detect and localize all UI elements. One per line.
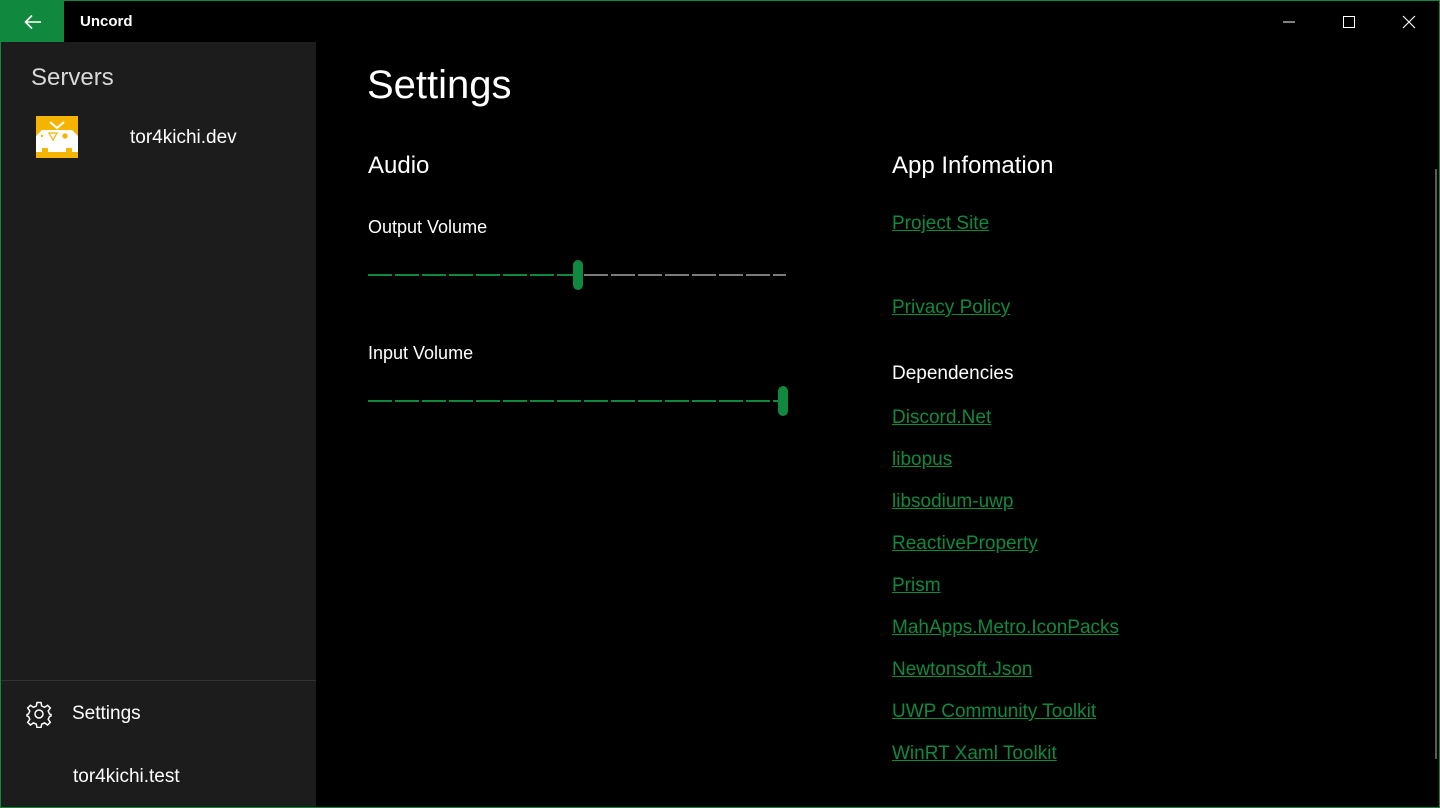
input-volume-label: Input Volume (368, 343, 474, 363)
dependency-link[interactable]: MahApps.Metro.IconPacks (892, 617, 1119, 639)
settings-nav-item[interactable]: Settings (1, 692, 316, 736)
input-volume-slider[interactable] (368, 385, 788, 417)
sidebar-divider (1, 680, 316, 681)
vertical-scrollbar[interactable] (1435, 169, 1437, 759)
server-avatar (36, 116, 78, 158)
back-button[interactable] (1, 1, 64, 42)
close-button[interactable] (1379, 1, 1439, 42)
settings-label: Settings (72, 703, 141, 724)
dependency-link[interactable]: ReactiveProperty (892, 533, 1038, 555)
audio-section-title: Audio (368, 152, 430, 179)
maximize-icon (1343, 15, 1355, 28)
dependencies-label: Dependencies (892, 363, 1014, 384)
minimize-button[interactable] (1259, 1, 1319, 42)
title-bar: Uncord (1, 1, 1439, 42)
project-site-link[interactable]: Project Site (892, 213, 989, 235)
dependency-link[interactable]: libopus (892, 449, 952, 471)
gear-icon (26, 701, 52, 728)
maximize-button[interactable] (1319, 1, 1379, 42)
slider-thumb[interactable] (778, 386, 788, 416)
account-name[interactable]: tor4kichi.test (73, 766, 180, 788)
sidebar: Servers tor4kichi.dev Settings tor4kichi… (1, 42, 316, 807)
app-title: Uncord (80, 13, 133, 30)
dependency-link[interactable]: UWP Community Toolkit (892, 701, 1096, 723)
server-item[interactable]: tor4kichi.dev (1, 114, 316, 162)
dependency-link[interactable]: Newtonsoft.Json (892, 659, 1032, 681)
minimize-icon (1283, 21, 1295, 22)
output-volume-label: Output Volume (368, 217, 488, 237)
servers-heading: Servers (31, 64, 114, 91)
server-name: tor4kichi.dev (130, 127, 237, 148)
privacy-policy-link[interactable]: Privacy Policy (892, 297, 1010, 319)
output-volume-slider[interactable] (368, 259, 788, 291)
dependency-link[interactable]: WinRT Xaml Toolkit (892, 743, 1057, 765)
back-arrow-icon (23, 14, 41, 29)
app-window: Uncord Servers tor4kichi.dev Settings to… (0, 0, 1440, 808)
dependency-link[interactable]: Discord.Net (892, 407, 991, 429)
slider-thumb[interactable] (573, 260, 583, 290)
dependency-link[interactable]: Prism (892, 575, 941, 597)
close-icon (1402, 15, 1416, 28)
app-info-title: App Infomation (892, 152, 1054, 179)
page-title: Settings (367, 63, 512, 107)
dependency-link[interactable]: libsodium-uwp (892, 491, 1013, 513)
